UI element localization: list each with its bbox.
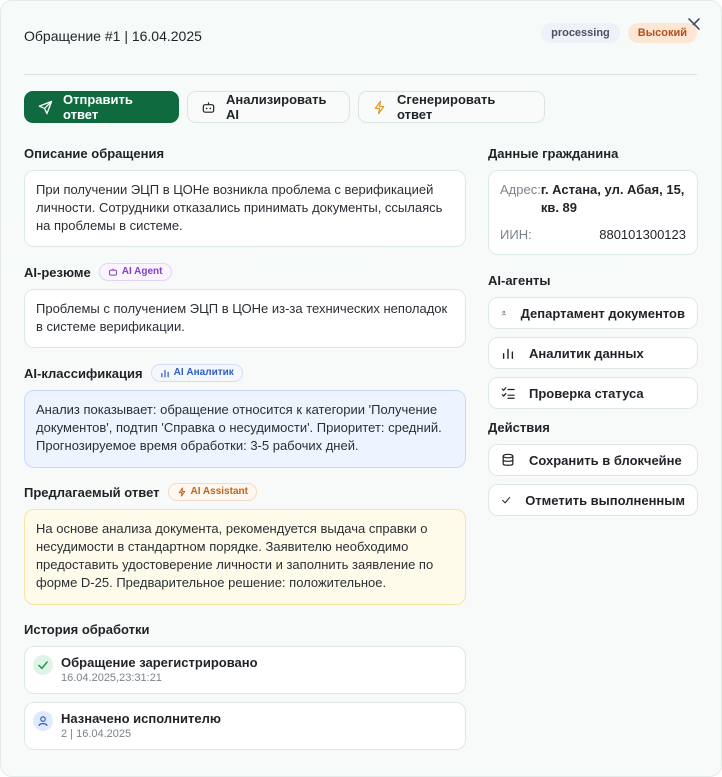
left-column: Описание обращения При получении ЭЦП в Ц… <box>24 144 466 758</box>
analyze-ai-label: Анализировать AI <box>226 92 327 122</box>
user-icon <box>501 310 506 316</box>
suggested-answer-card: На основе анализа документа, рекомендует… <box>24 509 466 605</box>
mark-done-button[interactable]: Отметить выполненным <box>488 484 698 516</box>
address-row: Адрес: г. Астана, ул. Абая, 15, кв. 89 <box>500 181 686 217</box>
history-item: Назначено исполнителю 2 | 16.04.2025 <box>24 702 466 750</box>
status-badge: processing <box>541 23 620 43</box>
save-blockchain-button[interactable]: Сохранить в блокчейне <box>488 444 698 476</box>
actions-list: Сохранить в блокчейне Отметить выполненн… <box>488 444 698 516</box>
history-item-time: 16.04.2025,23:31:21 <box>61 672 162 684</box>
suggested-answer-title-text: Предлагаемый ответ <box>24 484 160 500</box>
description-card: При получении ЭЦП в ЦОНе возникла пробле… <box>24 170 466 247</box>
appeal-modal: Обращение #1 | 16.04.2025 processing Выс… <box>0 0 722 777</box>
priority-badge: Высокий <box>627 23 697 43</box>
history-list: Обращение зарегистрировано 16.04.2025,23… <box>24 646 466 750</box>
ai-analyst-tag: AI Аналитик <box>150 364 243 382</box>
analyze-ai-button[interactable]: Анализировать AI <box>187 91 350 123</box>
generate-answer-button[interactable]: Сгенерировать ответ <box>358 91 545 123</box>
agent-status-label: Проверка статуса <box>529 385 644 401</box>
history-item-title: Обращение зарегистрировано <box>61 655 258 670</box>
ai-agent-tag-label: AI Agent <box>121 266 163 277</box>
agent-analytics-label: Аналитик данных <box>529 345 644 361</box>
agent-analytics-button[interactable]: Аналитик данных <box>488 337 698 369</box>
iin-value: 880101300123 <box>599 227 686 242</box>
ai-classification-title-text: AI-классификация <box>24 365 143 381</box>
actions-title: Действия <box>488 418 698 436</box>
agents-title-text: AI-агенты <box>488 272 551 288</box>
agents-title: AI-агенты <box>488 271 698 289</box>
ai-classification-title: AI-классификация AI Аналитик <box>24 364 466 382</box>
iin-label: ИИН: <box>500 227 532 242</box>
bar-chart-icon <box>160 369 169 378</box>
checklist-icon <box>501 387 515 399</box>
description-title: Описание обращения <box>24 144 466 162</box>
citizen-title-text: Данные гражданина <box>488 145 619 161</box>
robot-icon <box>108 268 117 276</box>
check-icon <box>33 655 53 675</box>
history-item-time: 2 | 16.04.2025 <box>61 728 132 740</box>
agent-documents-button[interactable]: Департамент документов <box>488 297 698 329</box>
send-icon <box>38 100 53 114</box>
ai-assistant-tag: AI Assistant <box>167 483 257 501</box>
agent-status-button[interactable]: Проверка статуса <box>488 377 698 409</box>
user-icon <box>33 711 53 731</box>
header-divider <box>24 74 697 75</box>
agents-list: Департамент документов Аналитик данных П… <box>488 297 698 409</box>
suggested-answer-title: Предлагаемый ответ AI Assistant <box>24 483 466 501</box>
actions-title-text: Действия <box>488 419 550 435</box>
ai-assistant-tag-label: AI Assistant <box>190 486 248 497</box>
database-icon <box>502 453 514 466</box>
ai-summary-title-text: AI-резюме <box>24 264 91 280</box>
address-value: г. Астана, ул. Абая, 15, кв. 89 <box>540 182 685 215</box>
right-column: Данные гражданина Адрес: г. Астана, ул. … <box>488 144 698 524</box>
ai-summary-card: Проблемы с получением ЭЦП в ЦОНе из-за т… <box>24 289 466 348</box>
badge-group: processing Высокий <box>541 23 697 43</box>
modal-header: Обращение #1 | 16.04.2025 processing Выс… <box>24 23 697 46</box>
address-label: Адрес: <box>500 182 541 197</box>
mark-done-label: Отметить выполненным <box>525 492 685 508</box>
ai-classification-card: Анализ показывает: обращение относится к… <box>24 390 466 468</box>
ai-summary-title: AI-резюме AI Agent <box>24 263 466 281</box>
robot-icon <box>202 101 215 113</box>
send-answer-button[interactable]: Отправить ответ <box>24 91 179 123</box>
bar-chart-icon <box>502 348 514 359</box>
history-title: История обработки <box>24 620 466 638</box>
toolbar: Отправить ответ Анализировать AI Сгенери… <box>24 91 545 123</box>
generate-answer-label: Сгенерировать ответ <box>397 92 496 122</box>
ai-analyst-tag-label: AI Аналитик <box>173 367 234 378</box>
send-answer-label: Отправить ответ <box>63 92 133 122</box>
description-title-text: Описание обращения <box>24 145 165 161</box>
history-item: Обращение зарегистрировано 16.04.2025,23… <box>24 646 466 694</box>
agent-documents-label: Департамент документов <box>520 305 685 321</box>
history-item-title: Назначено исполнителю <box>61 711 221 726</box>
lightning-icon <box>374 100 385 114</box>
ai-agent-tag: AI Agent <box>98 263 172 281</box>
history-title-text: История обработки <box>24 621 150 637</box>
check-icon <box>502 496 511 504</box>
save-blockchain-label: Сохранить в блокчейне <box>529 452 682 468</box>
iin-row: ИИН: 880101300123 <box>500 226 686 244</box>
citizen-title: Данные гражданина <box>488 144 698 162</box>
lightning-icon <box>178 487 185 497</box>
citizen-card: Адрес: г. Астана, ул. Абая, 15, кв. 89 И… <box>488 170 698 255</box>
